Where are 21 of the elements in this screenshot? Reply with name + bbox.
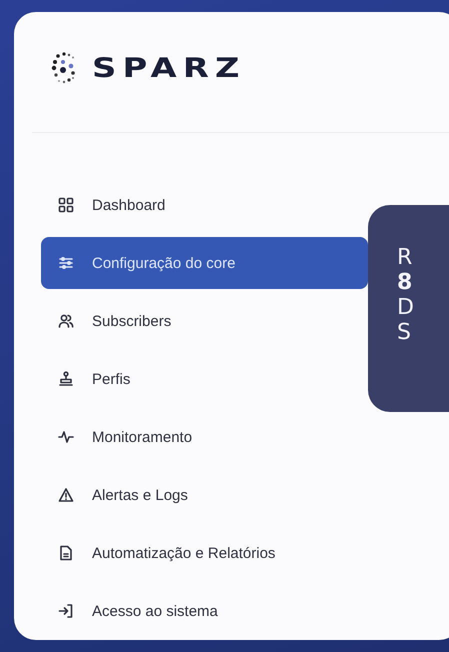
users-icon bbox=[58, 313, 74, 329]
sidebar-item[interactable]: Dashboard bbox=[41, 186, 172, 224]
sidebar-item[interactable]: Acesso ao sistema bbox=[41, 592, 224, 630]
sidebar-item[interactable]: Automatização e Relatórios bbox=[41, 534, 282, 572]
promo-text: D bbox=[397, 296, 414, 320]
warning-icon bbox=[58, 487, 74, 503]
promo-text: R bbox=[397, 246, 412, 270]
login-icon bbox=[58, 603, 74, 619]
sidebar-item[interactable]: Subscribers bbox=[41, 302, 178, 340]
sidebar-item[interactable]: Configuração do core bbox=[41, 237, 368, 289]
pulse-icon bbox=[58, 429, 74, 445]
promo-text: S bbox=[397, 321, 411, 345]
sliders-icon bbox=[58, 255, 74, 271]
promo-text: 8 bbox=[397, 271, 412, 295]
brand-logo-text: SPARZ bbox=[92, 52, 246, 84]
sidebar-item[interactable]: Alertas e Logs bbox=[41, 476, 194, 514]
document-icon bbox=[58, 545, 74, 561]
sidebar-item[interactable]: Perfis bbox=[41, 360, 136, 398]
grid-icon bbox=[58, 197, 74, 213]
stamp-icon bbox=[58, 371, 74, 387]
sidebar-item[interactable]: Monitoramento bbox=[41, 418, 198, 456]
